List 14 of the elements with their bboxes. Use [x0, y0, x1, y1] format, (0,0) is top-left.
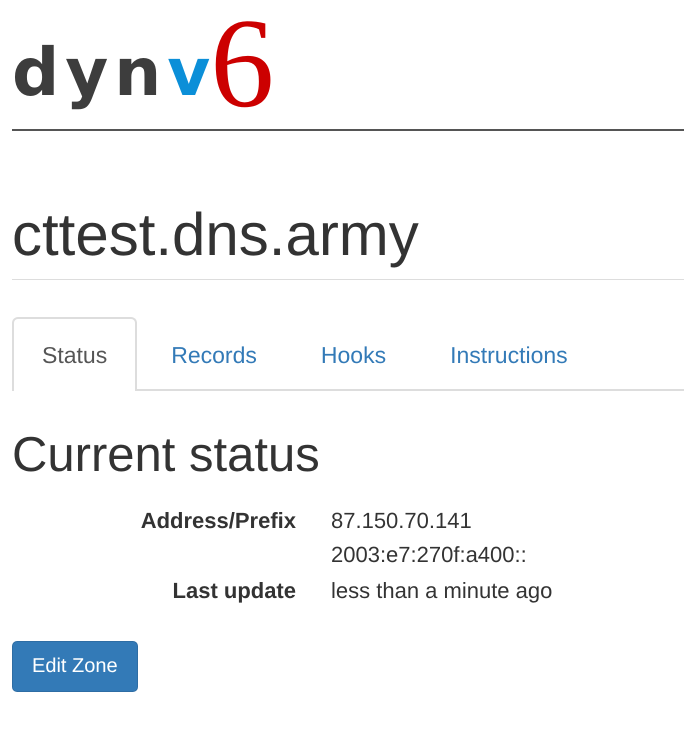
field-label: Last update [172, 577, 296, 605]
tab[interactable]: Instructions [420, 317, 598, 391]
field-value: 2003:e7:270f:a400:: [331, 541, 527, 569]
section-heading: Current status [12, 431, 321, 480]
field-label: Address/Prefix [140, 507, 296, 535]
edit-zone-button[interactable]: Edit Zone [12, 641, 138, 692]
field-value: less than a minute ago [331, 577, 552, 605]
page-title: cttest.dns.army [12, 205, 420, 270]
tab[interactable]: Records [141, 317, 287, 391]
logo-text: 6 [210, 12, 274, 114]
tab[interactable]: Hooks [290, 317, 416, 391]
field-value: 87.150.70.141 [331, 507, 472, 535]
logo-text: v [167, 40, 210, 106]
tab[interactable]: Status [12, 317, 138, 391]
